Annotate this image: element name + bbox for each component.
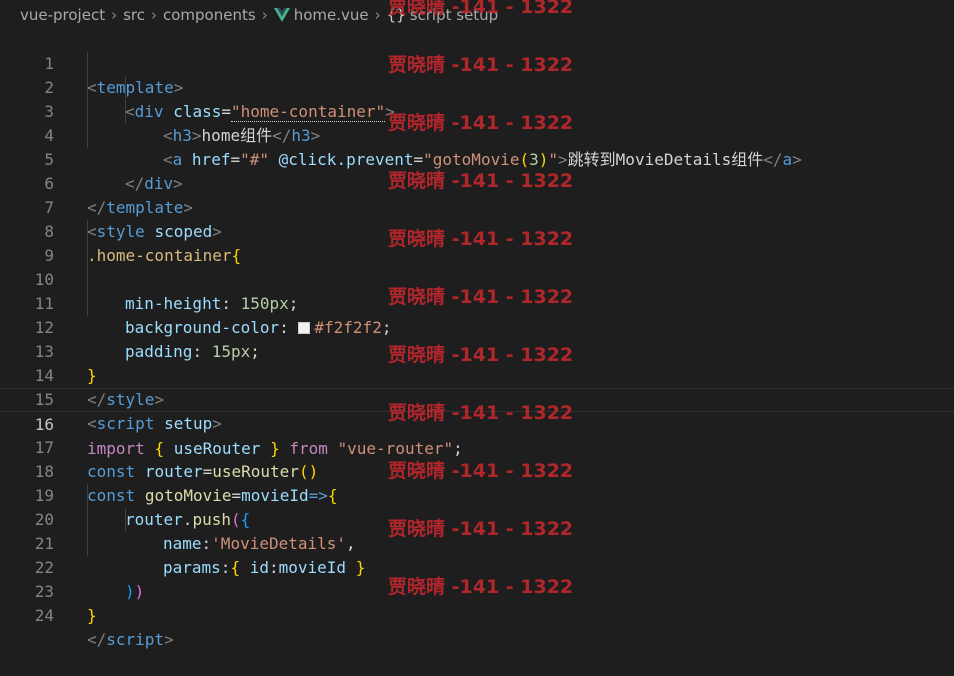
code-line[interactable]: 3 <h3>home组件</h3> (0, 76, 954, 145)
watermark-text: 贾晓晴 -141 - 1322 (388, 576, 574, 598)
code-line[interactable]: 15 <script setup> (0, 364, 954, 433)
vue-file-icon (273, 8, 290, 22)
code-text: } (87, 606, 97, 625)
watermark-text: 贾晓晴 -141 - 1322 (388, 402, 574, 424)
watermark-text: 贾晓晴 -141 - 1322 (388, 460, 574, 482)
watermark-text: 贾晓晴 -141 - 1322 (388, 0, 574, 18)
watermark-text: 贾晓晴 -141 - 1322 (388, 170, 574, 192)
code-line[interactable]: 13 } (0, 316, 954, 385)
code-line[interactable]: 20 name:'MovieDetails', (0, 484, 954, 553)
code-line[interactable]: 8 .home-container{ (0, 196, 954, 265)
watermark-text: 贾晓晴 -141 - 1322 (388, 112, 574, 134)
code-text: </script> (87, 630, 174, 649)
breadcrumb-item-project[interactable]: vue-project (20, 6, 105, 24)
breadcrumb-item-file[interactable]: home.vue (294, 6, 369, 24)
breadcrumb-item-src[interactable]: src (123, 6, 145, 24)
breadcrumb-item-components[interactable]: components (163, 6, 256, 24)
chevron-right-icon: › (151, 6, 157, 24)
watermark-text: 贾晓晴 -141 - 1322 (388, 286, 574, 308)
watermark-text: 贾晓晴 -141 - 1322 (388, 54, 574, 76)
code-line[interactable]: 1 <template> (0, 28, 954, 97)
watermark-text: 贾晓晴 -141 - 1322 (388, 344, 574, 366)
watermark-text: 贾晓晴 -141 - 1322 (388, 518, 574, 540)
chevron-right-icon: › (261, 6, 268, 24)
chevron-right-icon: › (111, 6, 118, 24)
line-number: 24 (34, 606, 54, 625)
watermark-text: 贾晓晴 -141 - 1322 (388, 228, 574, 250)
chevron-right-icon: › (374, 6, 381, 24)
